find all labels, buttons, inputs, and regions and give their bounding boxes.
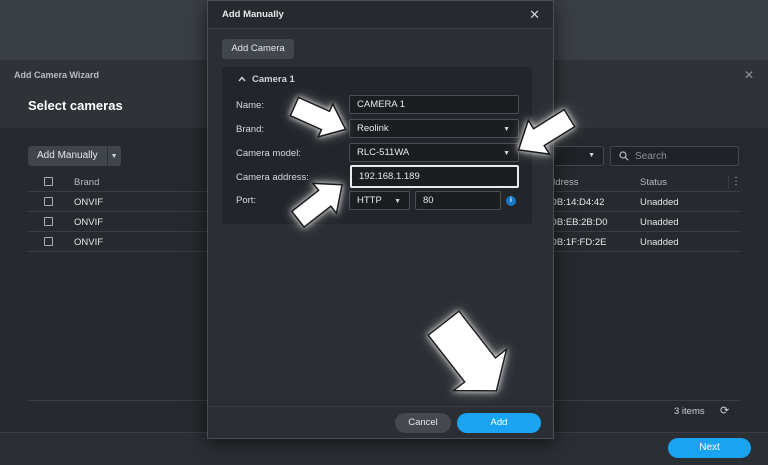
- chevron-down-icon: ▼: [503, 126, 510, 133]
- add-manually-button[interactable]: Add Manually: [28, 146, 107, 166]
- row-checkbox[interactable]: [44, 237, 53, 246]
- annotation-arrow-model-icon: [512, 108, 576, 158]
- add-camera-button[interactable]: Add Camera: [222, 39, 294, 59]
- search-placeholder: Search: [635, 150, 667, 162]
- annotation-arrow-address-icon: [290, 178, 350, 229]
- row-status: Unadded: [640, 237, 679, 248]
- protocol-value: HTTP: [357, 195, 382, 206]
- search-input[interactable]: Search: [610, 146, 739, 166]
- brand-value: Reolink: [357, 123, 389, 134]
- wizard-close-icon[interactable]: ✕: [744, 68, 754, 82]
- wizard-heading: Select cameras: [28, 98, 123, 113]
- add-button[interactable]: Add: [457, 413, 541, 433]
- camera-section-toggle[interactable]: Camera 1: [238, 74, 295, 85]
- camera-model-label: Camera model:: [236, 148, 301, 159]
- column-header-status[interactable]: Status: [640, 177, 667, 188]
- row-brand: ONVIF: [74, 197, 104, 208]
- row-status: Unadded: [640, 197, 679, 208]
- cancel-button[interactable]: Cancel: [395, 413, 451, 433]
- column-divider: [728, 175, 729, 189]
- add-manually-dropdown-caret-icon[interactable]: ▼: [106, 146, 121, 166]
- wizard-title: Add Camera Wizard: [14, 70, 99, 80]
- protocol-select[interactable]: HTTP ▼: [349, 191, 410, 210]
- camera-address-field[interactable]: 192.168.1.189: [350, 165, 519, 188]
- info-icon[interactable]: i: [506, 196, 516, 206]
- annotation-arrow-add-button-icon: [424, 302, 516, 412]
- chevron-down-icon: ▼: [394, 198, 401, 205]
- camera-model-value: RLC-511WA: [357, 147, 410, 158]
- row-brand: ONVIF: [74, 217, 104, 228]
- brand-label: Brand:: [236, 124, 264, 135]
- camera-model-select[interactable]: RLC-511WA ▼: [349, 143, 519, 162]
- chevron-down-icon: ▼: [503, 150, 510, 157]
- camera-section-title: Camera 1: [252, 74, 295, 85]
- select-all-checkbox[interactable]: [44, 177, 53, 186]
- items-count: 3 items: [674, 406, 705, 417]
- camera-1-section: Camera 1 Name: CAMERA 1 Brand: Reolink ▼…: [222, 67, 532, 224]
- brand-select[interactable]: Reolink ▼: [349, 119, 519, 138]
- row-brand: ONVIF: [74, 237, 104, 248]
- search-icon: [619, 151, 629, 161]
- row-address: DB:EB:2B:D0: [550, 217, 608, 228]
- column-options-kebab-icon[interactable]: ⋮: [731, 176, 741, 187]
- column-header-brand[interactable]: Brand: [74, 177, 99, 188]
- add-manually-split-button[interactable]: Add Manually ▼: [28, 146, 121, 166]
- column-header-address[interactable]: ddress: [550, 177, 579, 188]
- row-status: Unadded: [640, 217, 679, 228]
- row-checkbox[interactable]: [44, 197, 53, 206]
- dialog-header: Add Manually ✕: [208, 1, 553, 29]
- annotation-arrow-brand-icon: [289, 96, 350, 139]
- chevron-up-icon: [238, 76, 246, 82]
- port-label: Port:: [236, 195, 257, 206]
- refresh-icon[interactable]: ⟳: [720, 404, 729, 417]
- name-label: Name:: [236, 100, 264, 111]
- port-field[interactable]: 80: [415, 191, 501, 210]
- next-button[interactable]: Next: [668, 438, 751, 458]
- name-field[interactable]: CAMERA 1: [349, 95, 519, 114]
- dialog-close-icon[interactable]: ✕: [529, 7, 540, 23]
- row-checkbox[interactable]: [44, 217, 53, 226]
- row-address: DB:1F:FD:2E: [550, 237, 607, 248]
- filter-chevron-down-icon: ▼: [588, 152, 595, 159]
- dialog-title: Add Manually: [222, 9, 284, 20]
- row-address: DB:14:D4:42: [550, 197, 605, 208]
